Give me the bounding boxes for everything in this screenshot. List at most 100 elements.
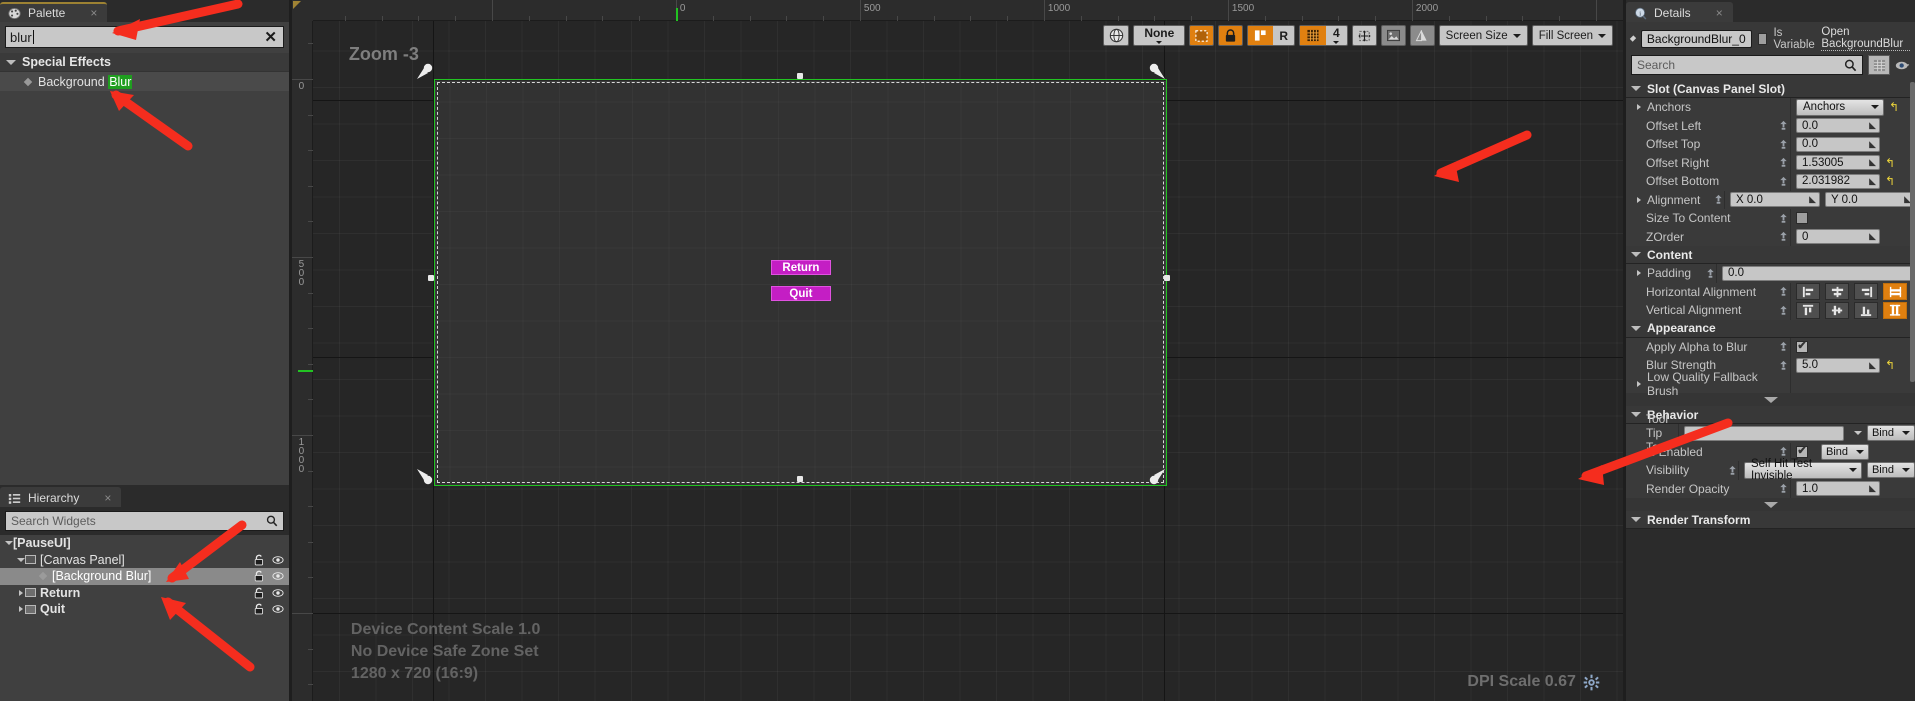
vertical-alignment-v-align-top[interactable] [1796,301,1820,319]
reset-to-default-icon[interactable] [1776,231,1790,242]
eye-icon[interactable] [272,570,284,582]
tooltip-text-input[interactable] [1683,425,1844,441]
details-search-input[interactable]: Search [1631,55,1863,75]
horizontal-alignment-h-align-fill[interactable] [1883,283,1907,301]
reset-to-default-icon[interactable] [1776,360,1790,371]
hierarchy-row[interactable]: Return [0,585,289,602]
reset-to-default-icon[interactable] [1727,465,1738,476]
none-dropdown[interactable]: None [1133,25,1186,46]
chevron-right-icon[interactable] [1634,196,1643,203]
revert-arrow-icon[interactable]: ↰ [1885,157,1895,169]
render-opacity-input[interactable]: 1.0 ◣ [1796,481,1880,497]
reset-to-default-icon[interactable] [1776,139,1790,150]
offset-bottom-input[interactable]: 2.031982 ◣ [1796,173,1880,189]
revert-arrow-icon[interactable]: ↰ [1889,101,1899,113]
reset-to-default-icon[interactable] [1776,286,1790,297]
lock-icon[interactable] [253,603,265,615]
tab-hierarchy[interactable]: Hierarchy × [0,487,122,507]
palette-search-input[interactable]: blur ✕ [5,26,284,48]
offset-right-input[interactable]: 1.53005 ◣ [1796,155,1880,171]
anchors-dropdown[interactable]: Anchors [1796,98,1884,116]
open-backgroundblur-link[interactable]: Open BackgroundBlur [1821,26,1910,51]
is-enabled-checkbox[interactable]: ✔ [1796,445,1808,458]
chevron-right-icon[interactable] [1634,270,1643,277]
lock-toggle[interactable] [1218,25,1244,46]
grid-snap-toggle[interactable] [1299,26,1326,45]
reset-to-default-icon[interactable] [1776,157,1790,168]
designer-viewport[interactable]: Return Quit Zoom -3 Device Content Scale… [291,0,1624,701]
palette-category-special-effects[interactable]: Special Effects [0,53,289,72]
tab-hierarchy-close[interactable]: × [104,491,111,505]
reset-to-default-icon[interactable] [1776,176,1790,187]
mirror-button[interactable] [1409,25,1435,46]
alignment-x-input[interactable]: X 0.0 ◣ [1730,192,1820,208]
details-grid-view-button[interactable] [1868,55,1890,75]
visibility-dropdown[interactable]: Self Hit Test Invisible [1743,458,1862,482]
chevron-right-icon[interactable] [1634,380,1643,387]
padding-input[interactable]: 0.0 [1722,265,1915,281]
reset-to-default-icon[interactable] [1776,341,1790,352]
is-variable-checkbox[interactable] [1757,32,1768,45]
resize-handle-bottom-center[interactable] [796,476,803,482]
eye-icon[interactable] [1895,60,1910,71]
eye-icon[interactable] [272,603,284,615]
reset-to-default-icon[interactable] [1776,120,1790,131]
canvas-button-quit[interactable]: Quit [770,286,831,301]
localization-r-toggle[interactable]: R [1273,26,1294,45]
reset-to-default-icon[interactable] [1776,305,1790,316]
lock-icon[interactable] [253,554,265,566]
tab-palette[interactable]: Palette × [0,2,108,22]
chevron-down-icon[interactable] [4,541,13,546]
hierarchy-row[interactable]: [PauseUI] [0,535,289,552]
section-content[interactable]: Content [1626,246,1915,264]
globe-button[interactable] [1103,25,1130,46]
widget-design-surface[interactable] [434,81,1166,486]
grid-size-dropdown[interactable]: 4 [1326,26,1347,45]
tooltip-bind-button[interactable]: Bind [1866,425,1915,442]
chevron-down-icon[interactable] [16,557,25,562]
resize-handle-bottom-right[interactable] [1146,466,1168,488]
hierarchy-row[interactable]: [Canvas Panel] [0,552,289,569]
tab-palette-close[interactable]: × [90,6,97,20]
lock-icon[interactable] [253,570,265,582]
transform-button[interactable] [1351,25,1377,46]
hierarchy-row[interactable]: [Background Blur] [0,568,289,585]
tab-details-close[interactable]: × [1716,6,1723,20]
palette-item-background-blur[interactable]: Background Blur [0,72,289,91]
spinner-icon[interactable]: ◣ [1869,483,1876,494]
resize-handle-middle-left[interactable] [427,275,434,281]
palette-search-clear-icon[interactable]: ✕ [264,28,277,46]
eye-icon[interactable] [272,554,284,566]
reset-to-default-icon[interactable] [1776,213,1790,224]
resize-handle-top-right[interactable] [1146,60,1168,82]
spinner-icon[interactable]: ◣ [1809,194,1816,205]
revert-arrow-icon[interactable]: ↰ [1885,359,1895,371]
tab-details[interactable]: i Details × [1626,2,1733,22]
revert-arrow-icon[interactable]: ↰ [1885,175,1895,187]
spinner-icon[interactable]: ◣ [1869,360,1876,371]
section-slot[interactable]: Slot (Canvas Panel Slot) [1626,80,1915,98]
fill-screen-dropdown[interactable]: Fill Screen [1531,25,1614,46]
spinner-icon[interactable]: ◣ [1869,139,1876,150]
offset-left-input[interactable]: 0.0 ◣ [1796,118,1880,134]
spinner-icon[interactable]: ◣ [1869,231,1876,242]
apply-alpha-to-blur-checkbox[interactable]: ✔ [1796,340,1808,353]
blur-strength-input[interactable]: 5.0 ◣ [1796,357,1880,373]
visibility-bind-button[interactable]: Bind [1866,462,1915,479]
image-button[interactable] [1380,25,1406,46]
spinner-icon[interactable]: ◣ [1869,120,1876,131]
chevron-right-icon[interactable] [16,606,25,613]
eye-icon[interactable] [272,587,284,599]
hierarchy-row[interactable]: Quit [0,601,289,618]
spinner-icon[interactable]: ◣ [1869,176,1876,187]
alignment-y-input[interactable]: Y 0.0 ◣ [1825,192,1915,208]
reset-to-default-icon[interactable] [1776,446,1790,457]
localization-preview-toggle[interactable] [1248,26,1274,45]
hierarchy-search-input[interactable]: Search Widgets [5,511,284,531]
section-render-transform[interactable]: Render Transform [1626,511,1915,529]
vertical-alignment-v-align-center[interactable] [1825,301,1849,319]
horizontal-alignment-h-align-right[interactable] [1854,283,1878,301]
details-body[interactable]: Slot (Canvas Panel Slot) Anchors Anchors ↰ O… [1626,80,1915,701]
offset-top-input[interactable]: 0.0 ◣ [1796,136,1880,152]
screen-size-dropdown[interactable]: Screen Size [1438,25,1528,46]
